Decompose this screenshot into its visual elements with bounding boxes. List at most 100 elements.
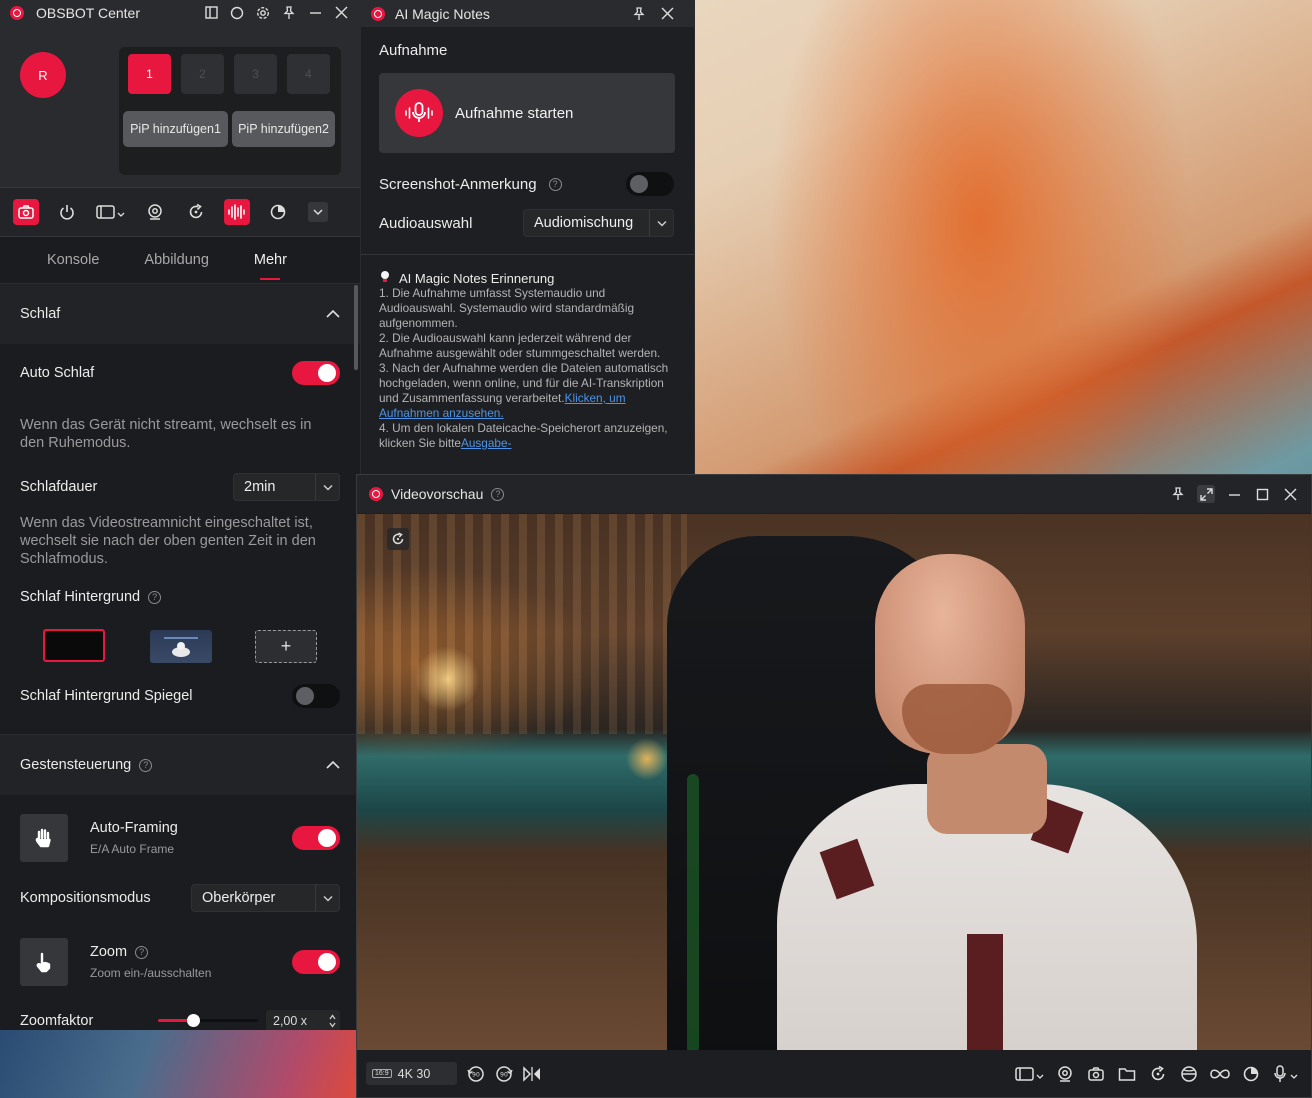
chevron-up-icon[interactable]: [326, 757, 340, 773]
screenshot-annotation-toggle[interactable]: [626, 172, 674, 196]
pin-icon[interactable]: [280, 4, 298, 22]
mirror-flip-icon[interactable]: [521, 1063, 543, 1085]
video-preview-titlebar: Videovorschau ?: [357, 475, 1311, 513]
help-icon[interactable]: ?: [491, 487, 505, 501]
pip-add-button-2[interactable]: PiP hinzufügen2: [232, 111, 335, 147]
main-toolbar: [0, 187, 360, 237]
tab-mehr[interactable]: Mehr: [254, 252, 287, 268]
magic-notes-titlebar: AI Magic Notes: [361, 0, 694, 27]
minimize-icon[interactable]: [1225, 485, 1243, 503]
sleep-background-image-thumb[interactable]: [150, 630, 212, 663]
help-icon[interactable]: ?: [139, 758, 153, 772]
reminder-item-1: 1. Die Aufnahme umfasst Systemaudio und …: [379, 286, 635, 330]
auto-sleep-toggle[interactable]: [292, 361, 340, 385]
timer-pie-icon[interactable]: [265, 199, 291, 225]
reminder-item-4: 4. Um den lokalen Dateicache-Speicherort…: [379, 421, 674, 451]
composition-mode-select[interactable]: Oberkörper: [191, 884, 340, 912]
sleep-mirror-toggle[interactable]: [292, 684, 340, 708]
resolution-selector[interactable]: 16:9 4K 30: [366, 1062, 457, 1085]
maximize-icon[interactable]: [1253, 485, 1271, 503]
camera-slot-4[interactable]: 4: [287, 54, 330, 94]
section-header-gestensteuerung[interactable]: Gestensteuerung ?: [0, 734, 360, 795]
scrollbar-thumb[interactable]: [354, 285, 358, 370]
autoframing-row: Auto-Framing E/A Auto Frame: [0, 814, 360, 862]
camera-slot-1[interactable]: 1: [128, 54, 171, 94]
reminder-text: 1. Die Aufnahme umfasst Systemaudio und …: [379, 286, 674, 451]
start-recording-button[interactable]: Aufnahme starten: [379, 73, 675, 153]
microphone-icon[interactable]: [1271, 1063, 1301, 1085]
sleep-background-add-button[interactable]: +: [255, 630, 317, 663]
pin-icon[interactable]: [630, 5, 648, 23]
zoom-toggle[interactable]: [292, 950, 340, 974]
camera-slot-2[interactable]: 2: [181, 54, 224, 94]
settings-gear-icon[interactable]: [254, 4, 272, 22]
stepper-arrows-icon[interactable]: [329, 1013, 336, 1030]
zoom-factor-slider[interactable]: [158, 1014, 258, 1027]
sleep-background-label: Schlaf Hintergrund: [20, 589, 141, 605]
svg-text:90: 90: [472, 1071, 480, 1078]
zoom-factor-stepper[interactable]: 2,00 x: [266, 1010, 340, 1030]
minimize-icon[interactable]: [306, 4, 324, 22]
auto-sleep-label: Auto Schlaf: [20, 365, 95, 381]
obsbot-titlebar: OBSBOT Center: [0, 0, 360, 25]
sleep-duration-description: Wenn das Videostreamnicht eingeschaltet …: [20, 515, 316, 567]
zoom-sublabel: Zoom ein-/ausschalten: [90, 966, 212, 980]
gimbal-level-icon[interactable]: [1178, 1063, 1200, 1085]
virtual-camera-icon[interactable]: [95, 199, 127, 225]
reset-rotate-icon[interactable]: [1147, 1063, 1169, 1085]
reminder-item-4-text: 4. Um den lokalen Dateicache-Speicherort…: [379, 421, 668, 450]
help-icon[interactable]: ?: [548, 177, 562, 191]
chevron-down-icon: [315, 885, 339, 911]
refresh-icon[interactable]: [387, 528, 409, 550]
help-icon[interactable]: ?: [148, 590, 162, 604]
rotate-left-90-icon[interactable]: 90: [465, 1063, 487, 1085]
help-icon[interactable]: ?: [135, 945, 149, 959]
sleep-background-black-thumb[interactable]: [43, 629, 105, 662]
composition-mode-label: Kompositionsmodus: [20, 890, 151, 906]
tab-abbildung[interactable]: Abbildung: [144, 252, 209, 268]
close-icon[interactable]: [1281, 485, 1299, 503]
autoframing-toggle[interactable]: [292, 826, 340, 850]
virtual-camera-icon[interactable]: [1015, 1063, 1045, 1085]
timer-pie-icon[interactable]: [1240, 1063, 1262, 1085]
close-icon[interactable]: [658, 5, 676, 23]
power-icon[interactable]: [54, 199, 80, 225]
camera-slot-3[interactable]: 3: [234, 54, 277, 94]
webcam-icon[interactable]: [142, 199, 168, 225]
camera-snapshot-icon[interactable]: [1085, 1063, 1107, 1085]
section-title: Schlaf: [20, 306, 61, 322]
folder-icon[interactable]: [1116, 1063, 1138, 1085]
record-icon[interactable]: [228, 4, 246, 22]
chevron-down-icon: [649, 210, 673, 236]
mini-mode-icon[interactable]: [202, 4, 220, 22]
audio-selection-select[interactable]: Audiomischung: [523, 209, 674, 237]
window-title: OBSBOT Center: [36, 4, 141, 21]
section-header-schlaf[interactable]: Schlaf: [0, 283, 360, 344]
expand-icon[interactable]: [1197, 485, 1215, 503]
reset-rotate-icon[interactable]: [183, 199, 209, 225]
tab-konsole[interactable]: Konsole: [47, 252, 99, 268]
camera-feed[interactable]: [357, 514, 1311, 1052]
settings-scroll-area: Schlaf Auto Schlaf Wenn das Gerät nicht …: [0, 283, 360, 1030]
audio-waveform-icon[interactable]: [224, 199, 250, 225]
screenshot-annotation-row: Screenshot-Anmerkung ?: [379, 172, 674, 196]
sleep-duration-row: Schlafdauer 2min: [0, 473, 360, 501]
camera-snapshot-icon[interactable]: [13, 199, 39, 225]
obsbot-logo-icon: [371, 6, 385, 21]
pin-icon[interactable]: [1169, 485, 1187, 503]
avatar[interactable]: R: [20, 52, 66, 98]
toolbar-more-chevron-down-icon[interactable]: [308, 202, 328, 222]
zoom-factor-slider-handle[interactable]: [187, 1014, 200, 1027]
chevron-up-icon[interactable]: [326, 306, 340, 322]
pip-add-button-1[interactable]: PiP hinzufügen1: [123, 111, 228, 147]
infinity-icon[interactable]: [1209, 1063, 1231, 1085]
sleep-background-row: Schlaf Hintergrund ?: [0, 585, 360, 609]
rotate-right-90-icon[interactable]: 90: [493, 1063, 515, 1085]
reminder-header: AI Magic Notes Erinnerung: [379, 270, 554, 287]
pointing-hand-icon: [20, 938, 68, 986]
aspect-ratio-badge: 16:9: [372, 1069, 392, 1078]
close-icon[interactable]: [332, 4, 350, 22]
output-folder-link[interactable]: Ausgabe-: [461, 436, 512, 450]
webcam-icon[interactable]: [1054, 1063, 1076, 1085]
sleep-duration-select[interactable]: 2min: [233, 473, 340, 501]
